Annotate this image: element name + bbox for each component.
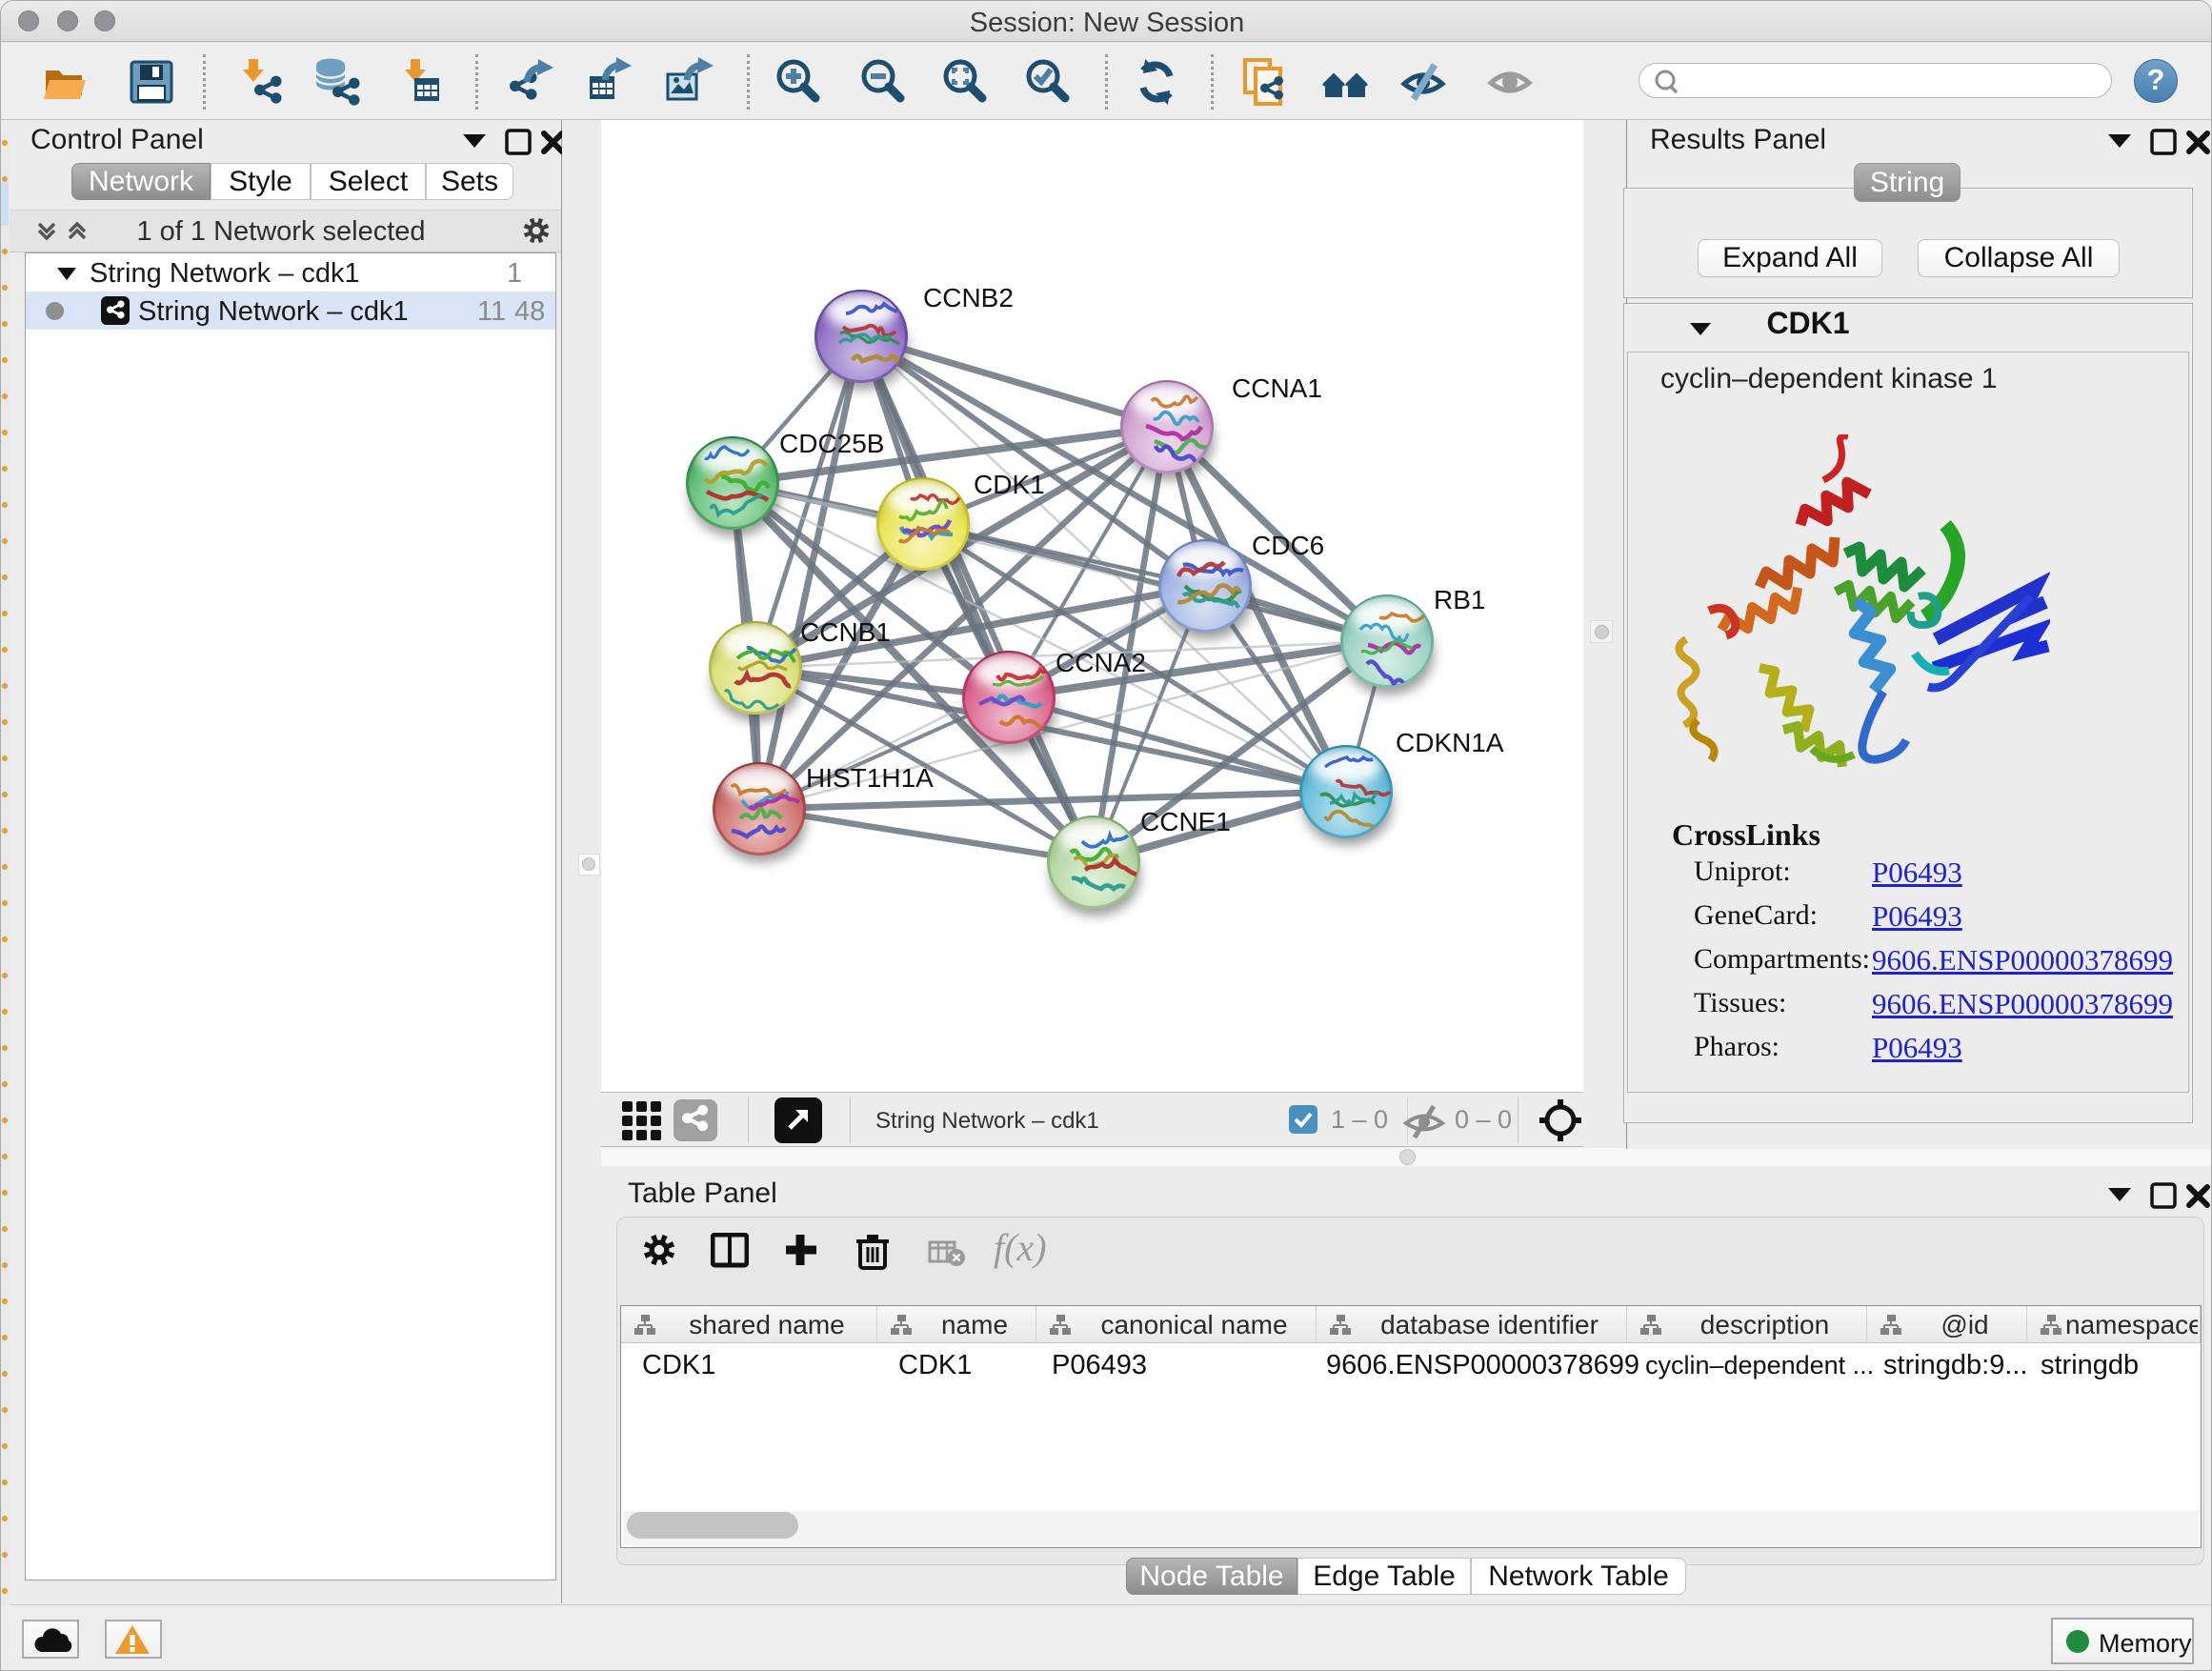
svg-text:CCNB1: CCNB1 bbox=[800, 617, 891, 647]
svg-text:CCNE1: CCNE1 bbox=[1140, 807, 1231, 836]
svg-text:RB1: RB1 bbox=[1434, 585, 1485, 614]
svg-text:CDK1: CDK1 bbox=[974, 470, 1045, 499]
svg-text:HIST1H1A: HIST1H1A bbox=[806, 763, 934, 793]
svg-text:CDC25B: CDC25B bbox=[779, 429, 884, 458]
svg-text:CDC6: CDC6 bbox=[1252, 531, 1324, 560]
svg-text:CCNA1: CCNA1 bbox=[1232, 373, 1322, 403]
svg-text:CCNA2: CCNA2 bbox=[1056, 648, 1146, 677]
svg-text:CCNB2: CCNB2 bbox=[923, 283, 1014, 312]
svg-text:CDKN1A: CDKN1A bbox=[1396, 728, 1504, 757]
